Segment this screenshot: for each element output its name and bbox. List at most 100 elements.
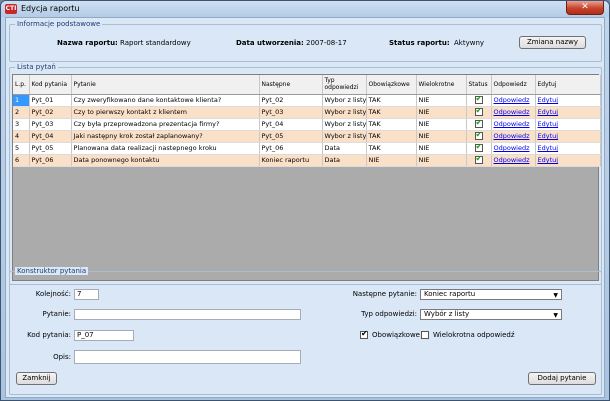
answer-link[interactable]: Odpowiedz xyxy=(491,106,536,119)
table-row[interactable]: 4 Pyt_04 Jaki następny krok został zaplano… xyxy=(13,130,601,143)
cell-wielo: NIE xyxy=(416,94,467,107)
table-row[interactable]: 6 Pyt_06 Data ponownego kontaktu Koniec rap… xyxy=(13,154,601,167)
answer-type-label: Typ odpowiedzi: xyxy=(361,310,417,318)
window-title: Edycja raportu xyxy=(21,4,80,13)
window-client-area: Informacje podstawowe Nazwa raportu: Rap… xyxy=(5,17,605,398)
basic-info-group: Informacje podstawowe Nazwa raportu: Rap… xyxy=(9,20,602,62)
status-cell[interactable] xyxy=(466,154,492,167)
next-question-label: Następne pytanie: xyxy=(352,290,417,298)
cell-kod: Pyt_01 xyxy=(29,94,72,107)
code-input[interactable]: P_07 xyxy=(74,330,134,341)
column-header[interactable]: Edytuj xyxy=(535,75,601,95)
status-check-icon[interactable] xyxy=(474,142,483,152)
edit-link[interactable]: Edytuj xyxy=(535,94,601,107)
report-edit-window: CTI Edycja raportu ✕ Informacje podstawo… xyxy=(0,0,610,401)
report-name-value: Raport standardowy xyxy=(120,39,191,47)
description-input[interactable] xyxy=(74,350,301,364)
column-header[interactable]: Typ odpowiedzi xyxy=(322,75,367,95)
table-row[interactable]: 2 Pyt_02 Czy to pierwszy kontakt z kliente… xyxy=(13,106,601,119)
table-row[interactable]: 3 Pyt_03 Czy była przeprowadzona prezentac… xyxy=(13,118,601,131)
chevron-down-icon: ▼ xyxy=(553,292,558,299)
cell-lp: 2 xyxy=(13,106,30,119)
status-cell[interactable] xyxy=(466,94,492,107)
status-cell[interactable] xyxy=(466,118,492,131)
code-label: Kod pytania: xyxy=(27,331,71,339)
status-cell[interactable] xyxy=(466,142,492,155)
question-builder-legend: Konstruktor pytania xyxy=(15,267,89,275)
close-window-button[interactable]: ✕ xyxy=(566,1,604,15)
cell-kod: Pyt_05 xyxy=(29,142,72,155)
cell-nastepne: Koniec raportu xyxy=(259,154,323,167)
multiple-answer-checkbox[interactable] xyxy=(421,331,429,339)
answer-type-select[interactable]: Wybór z listy ▼ xyxy=(420,309,562,320)
column-header[interactable]: Kod pytania xyxy=(29,75,72,95)
column-header[interactable]: Obowiązkowe xyxy=(366,75,417,95)
status-check-icon[interactable] xyxy=(474,94,483,104)
question-label: Pytanie: xyxy=(42,310,71,318)
edit-link[interactable]: Edytuj xyxy=(535,130,601,143)
answer-link[interactable]: Odpowiedz xyxy=(491,154,536,167)
table-row[interactable]: 1 Pyt_01 Czy zweryfikowano dane kontaktowe… xyxy=(13,94,601,107)
cell-typ: Data xyxy=(322,142,367,155)
order-input[interactable]: 7 xyxy=(74,289,99,300)
cell-typ: Wybor z listy xyxy=(322,106,367,119)
cell-pytanie: Jaki następny krok został zaplanowany? xyxy=(71,130,260,143)
column-header[interactable]: L.p. xyxy=(13,75,30,95)
table-row[interactable]: 5 Pyt_05 Planowana data realizacji nastepn… xyxy=(13,142,601,155)
column-header[interactable]: Odpowiedz xyxy=(491,75,536,95)
answer-link[interactable]: Odpowiedz xyxy=(491,94,536,107)
question-list-legend: Lista pytań xyxy=(15,63,58,71)
chevron-down-icon: ▼ xyxy=(553,312,558,319)
status-check-icon[interactable] xyxy=(474,106,483,116)
edit-link[interactable]: Edytuj xyxy=(535,118,601,131)
status-check-icon[interactable] xyxy=(474,130,483,140)
cell-obow: NIE xyxy=(366,154,417,167)
cell-wielo: NIE xyxy=(416,154,467,167)
cell-typ: Data xyxy=(322,154,367,167)
title-bar[interactable]: CTI Edycja raportu ✕ xyxy=(1,1,609,17)
cell-obow: TAK xyxy=(366,106,417,119)
cell-nastepne: Pyt_06 xyxy=(259,142,323,155)
questions-table: L.p. Kod pytania Pytanie Następne Typ odpowi… xyxy=(13,75,601,167)
cell-pytanie: Czy była przeprowadzona prezentacja firm… xyxy=(71,118,260,131)
basic-info-legend: Informacje podstawowe xyxy=(15,20,103,28)
column-header[interactable]: Wielokrotne xyxy=(416,75,467,95)
cell-nastepne: Pyt_04 xyxy=(259,118,323,131)
mandatory-checkbox[interactable] xyxy=(360,329,368,339)
question-input[interactable] xyxy=(74,309,301,320)
status-check-icon[interactable] xyxy=(474,118,483,128)
close-button[interactable]: Zamknij xyxy=(16,372,57,385)
cell-lp: 5 xyxy=(13,142,30,155)
column-header[interactable]: Pytanie xyxy=(71,75,260,95)
answer-link[interactable]: Odpowiedz xyxy=(491,118,536,131)
answer-link[interactable]: Odpowiedz xyxy=(491,142,536,155)
next-question-select[interactable]: Koniec raportu ▼ xyxy=(420,289,562,300)
table-header-row: L.p. Kod pytania Pytanie Następne Typ odpowi… xyxy=(13,75,601,95)
cell-lp: 6 xyxy=(13,154,30,167)
cell-pytanie: Czy zweryfikowano dane kontaktowe klient… xyxy=(71,94,260,107)
column-header[interactable]: Następne xyxy=(259,75,323,95)
add-question-button[interactable]: Dodaj pytanie xyxy=(528,372,596,385)
cell-obow: TAK xyxy=(366,94,417,107)
cell-nastepne: Pyt_03 xyxy=(259,106,323,119)
questions-grid[interactable]: L.p. Kod pytania Pytanie Następne Typ odpowi… xyxy=(12,74,601,281)
status-cell[interactable] xyxy=(466,106,492,119)
report-status-label: Status raportu: xyxy=(389,39,450,47)
rename-button[interactable]: Zmiana nazwy xyxy=(519,36,586,49)
order-label: Kolejność: xyxy=(35,290,71,298)
created-date-label: Data utworzenia: xyxy=(236,39,304,47)
multiple-answer-checkbox-label: Wielokrotna odpowiedź xyxy=(433,331,515,339)
app-logo-icon: CTI xyxy=(5,4,17,14)
edit-link[interactable]: Edytuj xyxy=(535,142,601,155)
status-check-icon[interactable] xyxy=(474,154,483,164)
edit-link[interactable]: Edytuj xyxy=(535,154,601,167)
cell-wielo: NIE xyxy=(416,118,467,131)
cell-lp: 3 xyxy=(13,118,30,131)
answer-link[interactable]: Odpowiedz xyxy=(491,130,536,143)
cell-kod: Pyt_04 xyxy=(29,130,72,143)
cell-nastepne: Pyt_05 xyxy=(259,130,323,143)
status-cell[interactable] xyxy=(466,130,492,143)
edit-link[interactable]: Edytuj xyxy=(535,106,601,119)
column-header[interactable]: Status xyxy=(466,75,492,95)
cell-typ: Wybor z listy xyxy=(322,118,367,131)
